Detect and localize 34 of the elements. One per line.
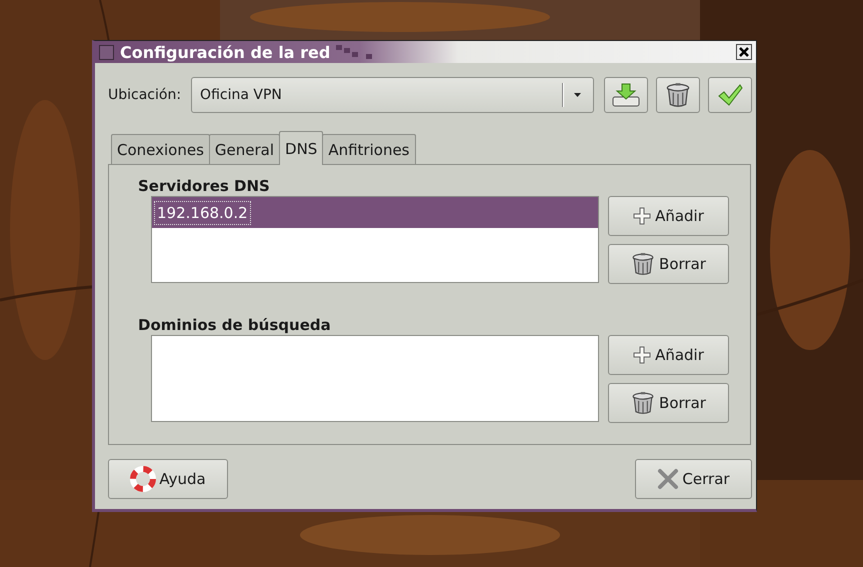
delete-button[interactable]: Borrar (608, 244, 729, 284)
list-box[interactable]: 192.168.0.2 (151, 196, 599, 283)
close-button[interactable]: Cerrar (635, 459, 752, 499)
lifebuoy-icon (130, 466, 156, 492)
delete-button[interactable] (656, 77, 700, 113)
plus-icon (633, 346, 652, 364)
close-window-button[interactable] (736, 44, 752, 60)
section-title: Servidores DNS (138, 177, 271, 195)
download-drive-icon (612, 83, 640, 107)
location-label: Ubicación: (108, 87, 182, 103)
tab[interactable]: General (208, 134, 280, 164)
add-button[interactable]: Añadir (608, 196, 729, 236)
tab[interactable]: Anfitriones (322, 134, 416, 164)
apply-button[interactable] (708, 77, 752, 113)
section-title: Dominios de búsqueda (138, 316, 332, 334)
help-button[interactable]: Ayuda (108, 459, 228, 499)
plus-icon (633, 207, 652, 225)
dropdown-arrow-icon (574, 93, 581, 97)
close-icon (657, 468, 680, 490)
list-box[interactable] (151, 335, 599, 422)
trash-icon (665, 82, 691, 108)
trash-icon (631, 391, 656, 415)
list-item[interactable]: 192.168.0.2 (152, 197, 598, 228)
add-button[interactable]: Añadir (608, 335, 729, 375)
pixel-pattern-drawing (336, 45, 372, 59)
delete-button[interactable]: Borrar (608, 383, 729, 423)
close-icon (739, 47, 749, 57)
save-button[interactable] (604, 77, 648, 113)
tab[interactable]: Conexiones (111, 134, 210, 164)
window-title: Configuración de la red (120, 42, 330, 62)
location-dropdown[interactable]: Oficina VPN (191, 77, 594, 113)
tab[interactable]: DNS (279, 131, 324, 165)
trash-icon (631, 252, 656, 276)
checkmark-icon (717, 83, 743, 107)
